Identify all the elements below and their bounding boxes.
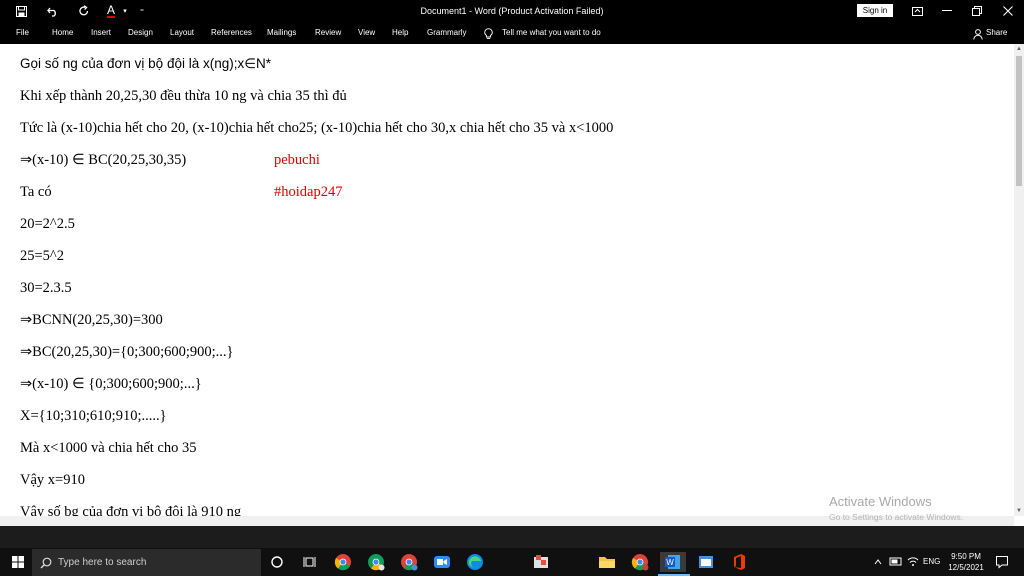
customize-qat-icon[interactable]: ⁼ — [134, 0, 150, 22]
tab-grammarly[interactable]: Grammarly — [427, 22, 467, 44]
doc-line-9: ⇒BCNN(20,25,30)=300 — [20, 312, 163, 328]
taskbar-clock[interactable]: 9:50 PM 12/5/2021 — [944, 551, 988, 573]
share-person-icon[interactable] — [973, 27, 983, 40]
clock-date: 12/5/2021 — [948, 563, 984, 572]
red-note-pebuchi: pebuchi — [274, 152, 320, 168]
battery-icon[interactable] — [889, 548, 903, 576]
clock-time: 9:50 PM — [951, 552, 981, 561]
redo-icon[interactable] — [71, 0, 97, 22]
tab-layout[interactable]: Layout — [170, 22, 194, 44]
font-color-button[interactable]: A — [101, 0, 121, 22]
tab-view[interactable]: View — [358, 22, 375, 44]
tab-home[interactable]: Home — [52, 22, 73, 44]
restore-icon[interactable] — [962, 0, 992, 22]
doc-line-3: Tức là (x-10)chia hết cho 20, (x-10)chia… — [20, 120, 614, 136]
activate-windows-title: Activate Windows — [829, 494, 932, 509]
file-explorer-icon[interactable] — [597, 552, 617, 572]
chrome-icon[interactable] — [333, 552, 353, 572]
font-color-letter: A — [106, 3, 115, 18]
search-placeholder: Type here to search — [58, 557, 147, 568]
taskbar-search-box[interactable]: Type here to search — [32, 549, 261, 576]
office-icon[interactable] — [729, 552, 749, 572]
tab-insert[interactable]: Insert — [91, 22, 111, 44]
scroll-up-icon[interactable]: ▲ — [1014, 44, 1024, 54]
title-bar: A ▾ ⁼ Document1 - Word (Product Activati… — [0, 0, 1024, 22]
tab-review[interactable]: Review — [315, 22, 341, 44]
cortana-icon[interactable] — [267, 552, 287, 572]
doc-line-5: Ta có — [20, 184, 52, 200]
notification-icon[interactable] — [995, 548, 1009, 576]
tab-design[interactable]: Design — [128, 22, 153, 44]
scroll-thumb[interactable] — [1016, 56, 1022, 186]
chrome-profile-icon[interactable] — [366, 552, 386, 572]
red-note-hashtag: #hoidap247 — [274, 184, 343, 200]
ribbon-display-options-icon[interactable] — [902, 0, 932, 22]
chrome-profile-2-icon[interactable] — [399, 552, 419, 572]
tab-file[interactable]: File — [16, 22, 29, 44]
word-icon[interactable]: W — [660, 552, 686, 572]
undo-icon[interactable] — [40, 0, 66, 22]
doc-line-8: 30=2.3.5 — [20, 280, 72, 296]
tab-references[interactable]: References — [211, 22, 252, 44]
tab-mailings[interactable]: Mailings — [267, 22, 296, 44]
doc-line-7: 25=5^2 — [20, 248, 64, 264]
doc-line-15: Vậy số bg của đơn vị bộ đội là 910 ng — [20, 504, 242, 516]
doc-line-6: 20=2^2.5 — [20, 216, 75, 232]
sign-in-button[interactable]: Sign in — [857, 4, 893, 17]
vertical-scrollbar[interactable]: ▲ ▼ — [1014, 44, 1024, 516]
chrome-window-icon[interactable] — [630, 552, 650, 572]
status-bar — [0, 526, 1024, 548]
doc-line-13: Mà x<1000 và chia hết cho 35 — [20, 440, 197, 456]
task-view-icon[interactable] — [300, 552, 320, 572]
scroll-down-icon[interactable]: ▼ — [1014, 506, 1024, 516]
doc-line-1: Gọi số ng của đơn vị bộ đội là x(ng);x∈N… — [20, 56, 271, 71]
font-color-dropdown-icon[interactable]: ▾ — [119, 0, 131, 22]
document-page[interactable]: Gọi số ng của đơn vị bộ đội là x(ng);x∈N… — [0, 44, 1014, 516]
tell-me-search[interactable]: Tell me what you want to do — [502, 22, 601, 44]
tab-help[interactable]: Help — [392, 22, 408, 44]
doc-line-14: Vậy x=910 — [20, 472, 85, 488]
app-window-icon[interactable] — [696, 552, 716, 572]
doc-line-12: X={10;310;610;910;.....} — [20, 408, 167, 424]
snipping-tool-icon[interactable] — [531, 552, 551, 572]
share-button[interactable]: Share — [986, 22, 1007, 44]
doc-line-2: Khi xếp thành 20,25,30 đều thừa 10 ng và… — [20, 88, 347, 104]
language-indicator[interactable]: ENG — [923, 548, 940, 576]
ribbon-tab-bar: File Home Insert Design Layout Reference… — [0, 22, 1024, 44]
windows-start-icon[interactable] — [8, 552, 28, 572]
zoom-icon[interactable] — [432, 552, 452, 572]
doc-line-4: ⇒(x-10) ∈ BC(20,25,30,35) — [20, 152, 187, 168]
minimize-icon[interactable] — [932, 0, 962, 22]
close-icon[interactable] — [993, 0, 1023, 22]
activate-windows-subtitle: Go to Settings to activate Windows. — [829, 512, 964, 522]
show-hidden-icons[interactable] — [873, 548, 883, 576]
edge-icon[interactable] — [465, 552, 485, 572]
doc-line-11: ⇒(x-10) ∈ {0;300;600;900;...} — [20, 376, 202, 392]
save-icon[interactable] — [8, 0, 34, 22]
svg-text:W: W — [666, 558, 674, 567]
wifi-icon[interactable] — [906, 548, 920, 576]
search-icon — [40, 556, 52, 574]
doc-line-10: ⇒BC(20,25,30)={0;300;600;900;...} — [20, 344, 234, 360]
taskbar: Type here to search W ENG 9:50 PM 12/5/2… — [0, 548, 1024, 576]
lightbulb-icon — [484, 27, 493, 39]
